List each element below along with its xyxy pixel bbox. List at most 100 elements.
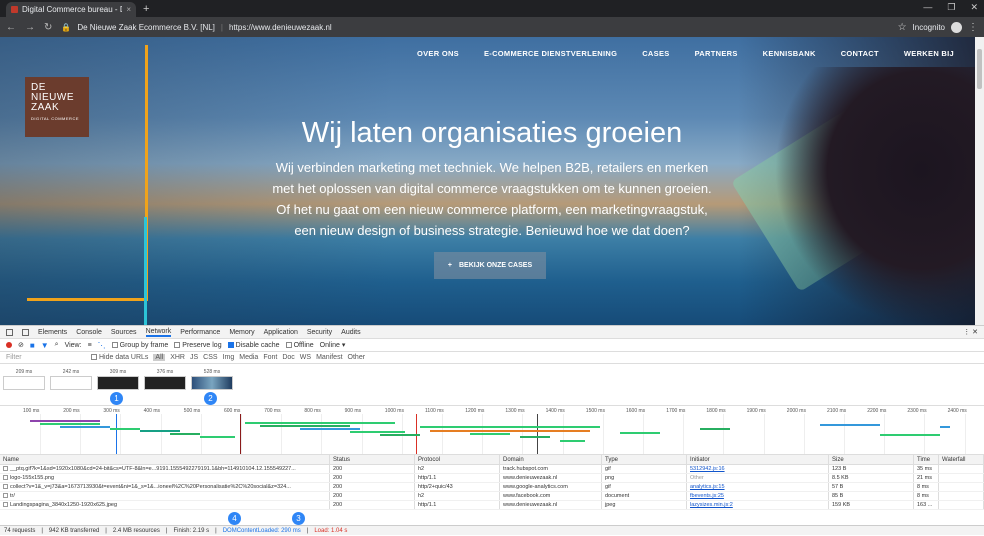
- scrollbar-thumb[interactable]: [977, 49, 982, 89]
- nav-item-contact[interactable]: CONTACT: [841, 49, 879, 58]
- table-row[interactable]: Landingspagina_3840x1250-1920x625.jpeg 20…: [0, 501, 984, 510]
- url-text: https://www.denieuwezaak.nl: [228, 22, 332, 32]
- cell-initiator[interactable]: lazysizes.min.js:2: [687, 501, 829, 509]
- table-row[interactable]: __ptq.gif?k=1&sd=1920x1080&cd=24-bit&cs=…: [0, 465, 984, 474]
- tab-performance[interactable]: Performance: [180, 329, 220, 336]
- timeline-gridline: [321, 414, 323, 454]
- tab-application[interactable]: Application: [264, 329, 298, 336]
- cell-initiator[interactable]: fbevents.js:25: [687, 492, 829, 500]
- cell-initiator[interactable]: analytics.js:15: [687, 483, 829, 491]
- waterfall-view-icon[interactable]: ⋱: [98, 341, 106, 350]
- nav-item-ecommerce[interactable]: E-COMMERCE DIENSTVERLENING: [484, 49, 617, 58]
- list-view-icon[interactable]: ≡: [88, 342, 92, 349]
- filter-all[interactable]: All: [153, 354, 166, 361]
- col-time[interactable]: Time: [914, 455, 939, 464]
- maximize-icon[interactable]: ❐: [947, 2, 955, 13]
- cell-initiator[interactable]: Other: [687, 474, 829, 482]
- filter-bar: Filter Hide data URLs All XHR JS CSS Img…: [0, 352, 984, 364]
- incognito-icon[interactable]: [951, 21, 962, 33]
- nav-item-cases[interactable]: CASES: [642, 49, 669, 58]
- record-icon[interactable]: [6, 342, 12, 348]
- reload-icon[interactable]: ↻: [44, 22, 52, 33]
- view-cases-button[interactable]: + BEKIJK ONZE CASES: [434, 252, 546, 279]
- clear-icon[interactable]: ⊘: [18, 341, 24, 349]
- nav-item-over-ons[interactable]: OVER ONS: [417, 49, 459, 58]
- filmstrip-frame[interactable]: 528 ms: [191, 369, 233, 390]
- filter-doc[interactable]: Doc: [282, 354, 294, 361]
- nav-item-kennisbank[interactable]: KENNISBANK: [763, 49, 816, 58]
- dom-content-loaded-line: [116, 414, 117, 454]
- table-row[interactable]: tr/200 h2 www.facebook.com document fbevents…: [0, 492, 984, 501]
- nav-item-werken-bij[interactable]: WERKEN BIJ: [904, 49, 954, 58]
- devtools-close-icon[interactable]: ⋮ ✕: [963, 328, 978, 336]
- throttle-select[interactable]: Online ▾: [320, 341, 346, 349]
- cell-domain: www.denieuwezaak.nl: [500, 501, 602, 509]
- bookmark-star-icon[interactable]: ☆: [898, 22, 907, 33]
- table-row[interactable]: collect?v=1&_v=j73&a=1673713930&t=event&…: [0, 483, 984, 492]
- annotation-marker: 1: [110, 392, 123, 405]
- tab-audits[interactable]: Audits: [341, 329, 360, 336]
- search-icon[interactable]: ⌕: [55, 341, 59, 349]
- tab-close-icon[interactable]: ×: [126, 5, 131, 14]
- page-scrollbar[interactable]: [975, 37, 984, 325]
- address-bar[interactable]: 🔒 De Nieuwe Zaak Ecommerce B.V. [NL] | h…: [61, 23, 888, 32]
- filter-icon[interactable]: ▼: [41, 341, 49, 350]
- forward-icon[interactable]: →: [25, 22, 35, 33]
- close-window-icon[interactable]: ✕: [970, 2, 978, 13]
- favicon-icon: [11, 6, 18, 13]
- col-waterfall[interactable]: Waterfall: [939, 455, 984, 464]
- back-icon[interactable]: ←: [6, 22, 16, 33]
- filter-media[interactable]: Media: [239, 354, 258, 361]
- tab-network[interactable]: Network: [145, 328, 172, 337]
- request-name: logo-155x155.png: [10, 475, 55, 481]
- cell-protocol: h2: [415, 465, 500, 473]
- new-tab-button[interactable]: +: [143, 2, 149, 17]
- tab-elements[interactable]: Elements: [38, 329, 67, 336]
- filmstrip-frame[interactable]: 376 ms: [144, 369, 186, 390]
- filter-font[interactable]: Font: [263, 354, 277, 361]
- filter-js[interactable]: JS: [190, 354, 198, 361]
- browser-tab[interactable]: Digital Commerce bureau - De N ×: [6, 2, 136, 17]
- filmstrip-frame[interactable]: 209 ms: [3, 369, 45, 390]
- minimize-icon[interactable]: —: [923, 2, 932, 13]
- filter-input[interactable]: Filter: [6, 354, 86, 361]
- col-domain[interactable]: Domain: [500, 455, 602, 464]
- timeline-request-bar: [300, 428, 360, 430]
- tab-memory[interactable]: Memory: [229, 329, 254, 336]
- col-size[interactable]: Size: [829, 455, 914, 464]
- browser-menu-icon[interactable]: ⋮: [968, 22, 978, 33]
- group-by-frame-checkbox[interactable]: Group by frame: [111, 342, 168, 349]
- tab-sources[interactable]: Sources: [111, 329, 137, 336]
- cell-initiator[interactable]: 5312942.js:16: [687, 465, 829, 473]
- filmstrip-frame[interactable]: 309 ms: [97, 369, 139, 390]
- filmstrip-frame[interactable]: 242 ms: [50, 369, 92, 390]
- tab-console[interactable]: Console: [76, 329, 102, 336]
- col-initiator[interactable]: Initiator: [687, 455, 829, 464]
- col-type[interactable]: Type: [602, 455, 687, 464]
- cell-size: 159 KB: [829, 501, 914, 509]
- col-status[interactable]: Status: [330, 455, 415, 464]
- nav-item-partners[interactable]: PARTNERS: [695, 49, 738, 58]
- camera-icon[interactable]: ■: [30, 341, 35, 350]
- col-protocol[interactable]: Protocol: [415, 455, 500, 464]
- filter-css[interactable]: CSS: [203, 354, 217, 361]
- inspect-icon[interactable]: [6, 328, 13, 336]
- filter-manifest[interactable]: Manifest: [316, 354, 342, 361]
- timeline-gridline: [522, 414, 524, 454]
- tab-security[interactable]: Security: [307, 329, 332, 336]
- hide-data-urls-checkbox[interactable]: Hide data URLs: [91, 354, 148, 361]
- filter-ws[interactable]: WS: [300, 354, 311, 361]
- table-row[interactable]: logo-155x155.png 200 http/1.1 www.denieuwez…: [0, 474, 984, 483]
- filter-img[interactable]: Img: [223, 354, 235, 361]
- cell-protocol: h2: [415, 492, 500, 500]
- cell-size: 57 B: [829, 483, 914, 491]
- offline-checkbox[interactable]: Offline: [285, 342, 314, 349]
- network-overview-timeline[interactable]: 100 ms 200 ms 300 ms 400 ms 500 ms 600 ms 700 …: [0, 406, 984, 455]
- network-status-bar: 74 requests | 942 KB transferred | 2.4 MB …: [0, 525, 984, 535]
- filter-xhr[interactable]: XHR: [170, 354, 185, 361]
- preserve-log-checkbox[interactable]: Preserve log: [174, 342, 222, 349]
- device-toggle-icon[interactable]: [22, 328, 29, 336]
- col-name[interactable]: Name: [0, 455, 330, 464]
- disable-cache-checkbox[interactable]: Disable cache: [227, 342, 280, 349]
- filter-other[interactable]: Other: [348, 354, 366, 361]
